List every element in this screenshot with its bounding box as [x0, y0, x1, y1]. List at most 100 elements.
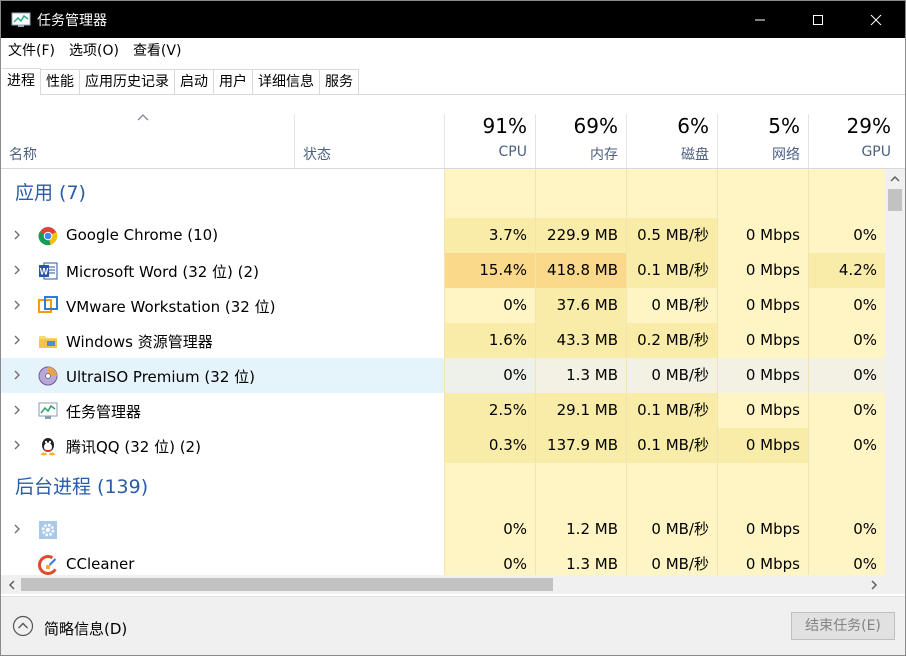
column-header: 名称 状态 91% CPU 69% 内存 6% 磁盘 5% 网络 29% GPU — [1, 114, 905, 169]
process-name: 腾讯QQ (32 位) (2) — [66, 438, 201, 456]
table-row[interactable]: VMware Workstation (32 位) 0% 37.6 MB 0 MB/秒… — [1, 288, 885, 323]
header-gpu-label: GPU — [861, 144, 891, 160]
vertical-scrollbar[interactable] — [885, 169, 905, 575]
header-disk[interactable]: 6% 磁盘 — [626, 114, 717, 168]
cell-memory: 1.2 MB — [535, 512, 626, 547]
task-manager-app-icon — [11, 12, 31, 27]
chevron-right-icon[interactable] — [11, 299, 23, 311]
horizontal-scroll-thumb[interactable] — [21, 578, 553, 591]
cell-gpu: 0% — [808, 512, 885, 547]
footer-bar: 简略信息(D) 结束任务(E) — [1, 596, 905, 655]
cell-cpu: 0% — [444, 358, 535, 393]
tab-startup[interactable]: 启动 — [175, 69, 214, 94]
tab-app-history[interactable]: 应用历史记录 — [80, 69, 175, 94]
title-bar[interactable]: 任务管理器 — [1, 1, 905, 38]
minimize-button[interactable] — [731, 1, 789, 38]
cell-gpu: 4.2% — [808, 253, 885, 288]
header-gpu-pct: 29% — [846, 114, 891, 138]
chevron-right-icon[interactable] — [11, 404, 23, 416]
vertical-scroll-thumb[interactable] — [888, 189, 902, 211]
menu-file[interactable]: 文件(F) — [1, 38, 62, 64]
end-task-button[interactable]: 结束任务(E) — [791, 612, 895, 640]
cell-disk: 0.2 MB/秒 — [626, 323, 717, 358]
cell-cpu: 2.5% — [444, 393, 535, 428]
table-row[interactable]: Google Chrome (10) 3.7% 229.9 MB 0.5 MB/秒 0 … — [1, 218, 885, 253]
ccleaner-icon — [38, 555, 58, 575]
fewer-details-link[interactable]: 简略信息(D) — [44, 618, 127, 639]
cell-memory: 43.3 MB — [535, 323, 626, 358]
process-name: UltraISO Premium (32 位) — [66, 368, 255, 386]
tab-details[interactable]: 详细信息 — [253, 69, 320, 94]
tab-services[interactable]: 服务 — [320, 69, 359, 94]
table-row[interactable]: CCleaner 0% 1.3 MB 0 MB/秒 0 Mbps 0% — [1, 547, 885, 575]
window-title: 任务管理器 — [37, 12, 107, 29]
cell-disk: 0.5 MB/秒 — [626, 218, 717, 253]
chevron-right-icon[interactable] — [11, 334, 23, 346]
header-memory-label: 内存 — [590, 147, 618, 163]
chevron-right-icon[interactable] — [11, 439, 23, 451]
process-name: Google Chrome (10) — [66, 226, 219, 244]
header-name-label: 名称 — [9, 147, 37, 163]
cell-memory: 137.9 MB — [535, 428, 626, 463]
table-row[interactable]: UltraISO Premium (32 位) 0% 1.3 MB 0 MB/秒 0 M… — [1, 358, 885, 393]
group-header[interactable]: 应用 (7) — [1, 171, 885, 211]
gear-icon — [39, 521, 57, 539]
tab-users[interactable]: 用户 — [214, 69, 253, 94]
collapse-up-icon[interactable] — [12, 615, 34, 637]
table-row[interactable]: 腾讯QQ (32 位) (2) 0.3% 137.9 MB 0.1 MB/秒 0 Mbp… — [1, 428, 885, 463]
cell-gpu: 0% — [808, 288, 885, 323]
cell-disk: 0.1 MB/秒 — [626, 253, 717, 288]
chevron-right-icon[interactable] — [11, 523, 23, 535]
cell-network: 0 Mbps — [717, 218, 808, 253]
cell-network: 0 Mbps — [717, 253, 808, 288]
header-memory-pct: 69% — [573, 114, 618, 138]
close-icon — [870, 14, 882, 25]
minimize-icon — [755, 19, 765, 20]
process-name: 任务管理器 — [66, 403, 142, 421]
cell-gpu: 0% — [808, 393, 885, 428]
horizontal-scrollbar[interactable] — [1, 575, 905, 594]
cell-cpu: 0% — [444, 288, 535, 323]
cell-network: 0 Mbps — [717, 547, 808, 575]
cell-memory: 418.8 MB — [535, 253, 626, 288]
group-header[interactable]: 后台进程 (139) — [1, 465, 885, 505]
cell-cpu: 0% — [444, 512, 535, 547]
table-row[interactable]: W Microsoft Word (32 位) (2) 15.4% 418.8 MB 0… — [1, 253, 885, 288]
cell-network: 0 Mbps — [717, 512, 808, 547]
cell-gpu: 0% — [808, 428, 885, 463]
process-name: Microsoft Word (32 位) (2) — [66, 263, 259, 281]
scroll-right-icon[interactable] — [869, 579, 879, 591]
maximize-button[interactable] — [789, 1, 847, 38]
cell-network: 0 Mbps — [717, 393, 808, 428]
table-row[interactable]: Windows 资源管理器 1.6% 43.3 MB 0.2 MB/秒 0 Mbps 0% — [1, 323, 885, 358]
header-network[interactable]: 5% 网络 — [717, 114, 808, 168]
process-name: Windows 资源管理器 — [66, 333, 213, 351]
table-row[interactable]: 0% 1.2 MB 0 MB/秒 0 Mbps 0% — [1, 512, 885, 547]
cell-cpu: 15.4% — [444, 253, 535, 288]
header-cpu-pct: 91% — [482, 114, 527, 138]
task-manager-window: 任务管理器 文件(F) 选项(O) 查看(V) 进程 性能 应用历史记录 启动 … — [0, 0, 906, 656]
header-disk-pct: 6% — [677, 114, 709, 138]
table-row[interactable]: 任务管理器 2.5% 29.1 MB 0.1 MB/秒 0 Mbps 0% — [1, 393, 885, 428]
svg-text:W: W — [40, 267, 49, 277]
header-cpu[interactable]: 91% CPU — [444, 114, 535, 168]
folder-icon — [39, 336, 57, 348]
header-status[interactable]: 状态 — [294, 114, 444, 168]
tab-processes[interactable]: 进程 — [1, 68, 41, 95]
menu-options[interactable]: 选项(O) — [62, 38, 126, 64]
scroll-left-icon[interactable] — [7, 579, 17, 591]
header-network-label: 网络 — [772, 147, 800, 163]
chevron-right-icon[interactable] — [11, 229, 23, 241]
close-button[interactable] — [847, 1, 905, 38]
chevron-right-icon[interactable] — [11, 369, 23, 381]
header-name[interactable]: 名称 — [1, 114, 294, 168]
header-status-label: 状态 — [303, 147, 331, 163]
tab-performance[interactable]: 性能 — [41, 69, 80, 94]
cell-disk: 0 MB/秒 — [626, 512, 717, 547]
process-list[interactable]: 应用 (7) Google Chrome (10) 3.7% 229.9 MB 0.5 … — [1, 169, 885, 575]
menu-view[interactable]: 查看(V) — [126, 38, 189, 64]
header-memory[interactable]: 69% 内存 — [535, 114, 626, 168]
scroll-up-icon[interactable] — [889, 174, 901, 184]
header-gpu[interactable]: 29% GPU — [808, 114, 899, 168]
chevron-right-icon[interactable] — [11, 264, 23, 276]
